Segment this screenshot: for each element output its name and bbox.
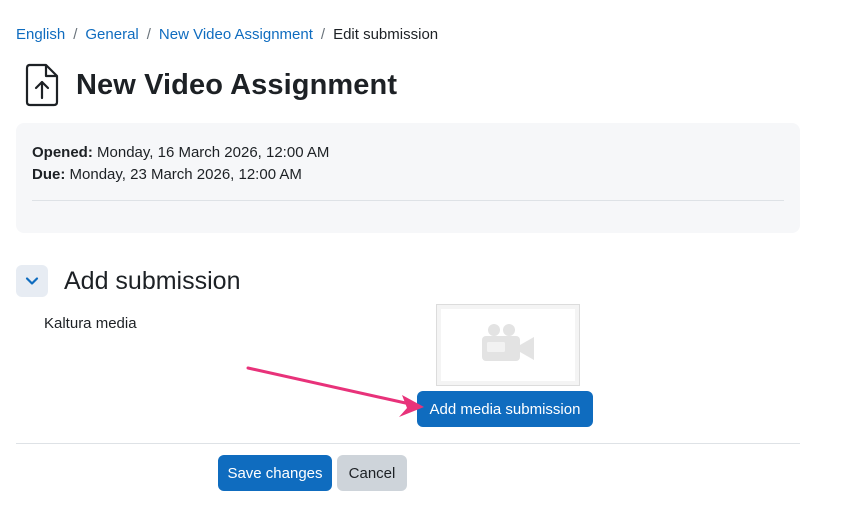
- section-title: Add submission: [64, 266, 241, 295]
- due-date: Due: Monday, 23 March 2026, 12:00 AM: [32, 164, 784, 186]
- breadcrumb-link-assignment[interactable]: New Video Assignment: [159, 25, 313, 45]
- add-media-submission-button[interactable]: Add media submission: [417, 391, 593, 427]
- cancel-button[interactable]: Cancel: [337, 455, 407, 491]
- breadcrumb-link-english[interactable]: English: [16, 25, 65, 45]
- section-collapse-button[interactable]: [16, 265, 48, 297]
- dates-divider: [32, 200, 784, 201]
- activity-dates: Opened: Monday, 16 March 2026, 12:00 AM …: [16, 123, 800, 233]
- breadcrumb-separator: /: [320, 26, 326, 43]
- page-title: New Video Assignment: [76, 68, 398, 101]
- breadcrumb-separator: /: [73, 26, 78, 43]
- breadcrumb-separator: /: [146, 26, 151, 43]
- breadcrumb-current: Edit submission: [333, 26, 439, 43]
- save-changes-button[interactable]: Save changes: [218, 455, 332, 491]
- opened-date: Opened: Monday, 16 March 2026, 12:00 AM: [32, 142, 784, 164]
- breadcrumb-link-general[interactable]: General: [85, 25, 138, 45]
- chevron-down-icon: [25, 277, 39, 285]
- page-header: New Video Assignment: [24, 62, 397, 108]
- opened-label: Opened:: [32, 144, 93, 161]
- media-preview: [436, 304, 580, 386]
- kaltura-media-label: Kaltura media: [44, 315, 137, 332]
- form-divider: [16, 443, 800, 444]
- assignment-upload-icon: [25, 63, 59, 107]
- breadcrumb: English / General / New Video Assignment…: [16, 25, 438, 45]
- due-label: Due:: [32, 166, 66, 183]
- media-preview-frame: [441, 309, 575, 381]
- add-submission-section-header: Add submission: [16, 265, 240, 297]
- video-camera-icon: [482, 324, 534, 361]
- opened-value: Monday, 16 March 2026, 12:00 AM: [92, 144, 330, 161]
- due-value: Monday, 23 March 2026, 12:00 AM: [65, 166, 302, 183]
